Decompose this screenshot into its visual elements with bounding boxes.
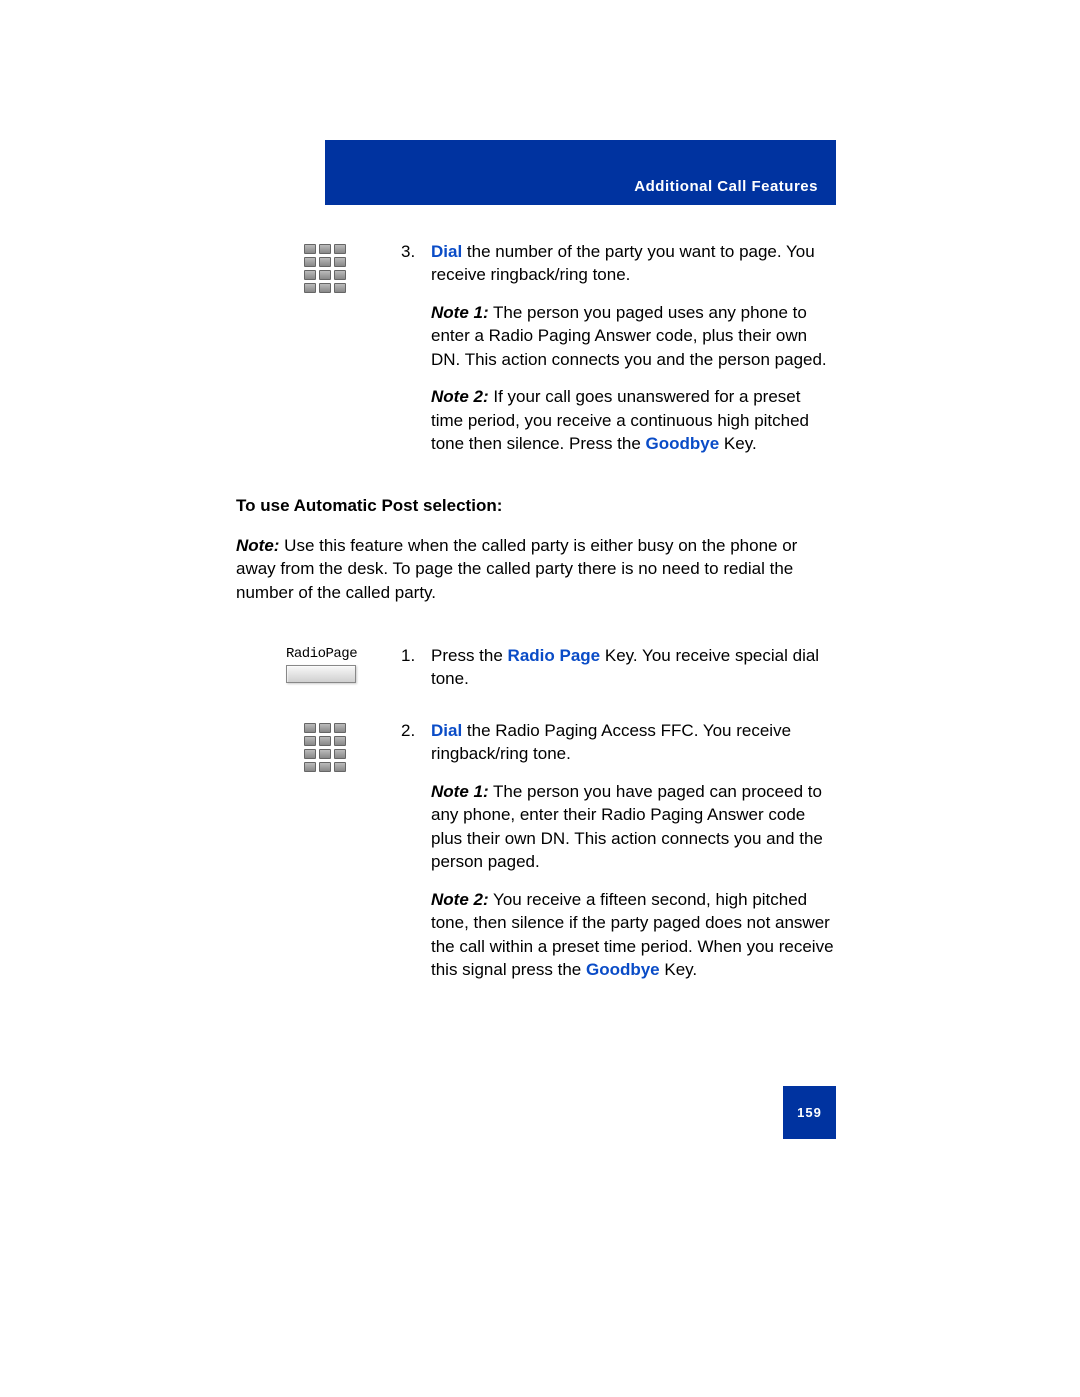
radio-page-button-graphic: RadioPage (286, 646, 401, 683)
step-3-text: Dial the number of the party you want to… (431, 240, 836, 287)
step-number: 1. (401, 644, 431, 667)
step-1-text: Press the Radio Page Key. You receive sp… (431, 644, 836, 691)
step3-note2: Note 2: If your call goes unanswered for… (431, 385, 836, 455)
step-3-rest: the number of the party you want to page… (431, 242, 815, 284)
note1-label: Note 1: (431, 782, 489, 801)
intro-note-label: Note: (236, 536, 279, 555)
step-1-row: RadioPage 1. Press the Radio Page Key. Y… (236, 644, 836, 691)
section-heading: To use Automatic Post selection: (236, 496, 836, 516)
step-number: 3. (401, 240, 431, 263)
header-bar: Additional Call Features (325, 140, 836, 205)
keypad-icon (304, 723, 401, 772)
page-number-box: 159 (783, 1086, 836, 1139)
keypad-icon (304, 244, 401, 293)
note1-label: Note 1: (431, 303, 489, 322)
step2-note2: Note 2: You receive a fifteen second, hi… (431, 888, 836, 982)
step2-note1: Note 1: The person you have paged can pr… (431, 780, 836, 874)
step-3-row: 3. Dial the number of the party you want… (236, 240, 836, 456)
intro-note-text: Use this feature when the called party i… (236, 536, 797, 602)
note1-text: The person you paged uses any phone to e… (431, 303, 827, 369)
radio-page-keyword: Radio Page (508, 646, 601, 665)
dial-keyword: Dial (431, 242, 462, 261)
step2-a: the Radio Paging Access FFC. You receive… (431, 721, 791, 763)
note2-label: Note 2: (431, 890, 489, 909)
header-title: Additional Call Features (634, 178, 818, 195)
intro-note: Note: Use this feature when the called p… (236, 534, 836, 604)
dial-keyword: Dial (431, 721, 462, 740)
goodbye-keyword: Goodbye (586, 960, 660, 979)
step3-note1: Note 1: The person you paged uses any ph… (431, 301, 836, 371)
content-area: 3. Dial the number of the party you want… (236, 240, 836, 981)
step2-note2-b: Key. (660, 960, 697, 979)
radio-page-label: RadioPage (286, 646, 401, 662)
step-number: 2. (401, 719, 431, 742)
step-2-text: Dial the Radio Paging Access FFC. You re… (431, 719, 836, 766)
note2-text-b: Key. (719, 434, 756, 453)
radio-page-button-icon (286, 665, 356, 683)
step2-note1-text: The person you have paged can proceed to… (431, 782, 823, 871)
goodbye-keyword: Goodbye (646, 434, 720, 453)
page-number: 159 (797, 1105, 822, 1120)
step-2-row: 2. Dial the Radio Paging Access FFC. You… (236, 719, 836, 982)
note2-label: Note 2: (431, 387, 489, 406)
step1-a: Press the (431, 646, 508, 665)
